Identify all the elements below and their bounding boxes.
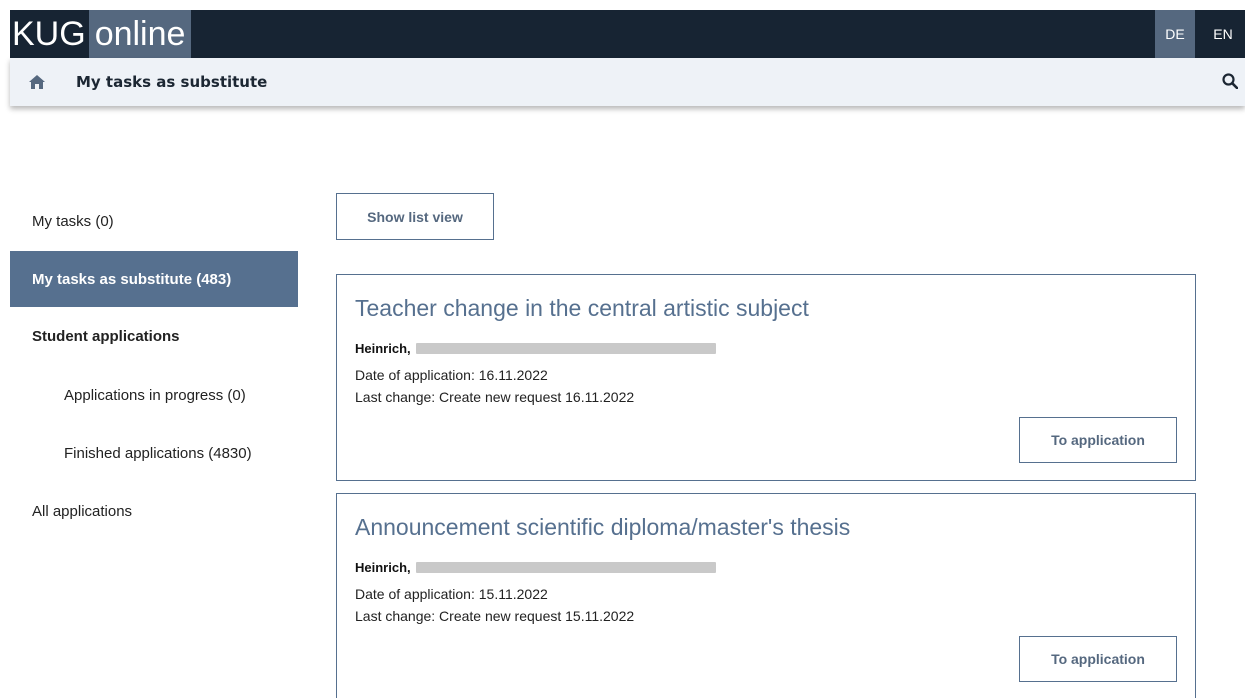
search-icon[interactable] (1222, 73, 1238, 89)
date-of-application: Date of application: 16.11.2022 (355, 367, 548, 383)
to-application-button[interactable]: To application (1019, 417, 1177, 463)
last-change: Last change: Create new request 15.11.20… (355, 608, 635, 624)
home-icon[interactable] (28, 74, 46, 90)
sidebar-item-applications-in-progress[interactable]: Applications in progress (0) (10, 387, 298, 404)
language-en-button[interactable]: EN (1203, 10, 1243, 58)
sidebar-item-all-applications[interactable]: All applications (10, 503, 298, 520)
sub-header: My tasks as substitute (10, 58, 1245, 106)
application-title[interactable]: Announcement scientific diploma/master's… (355, 514, 850, 541)
logo-online-text: online (88, 10, 192, 58)
show-list-view-button[interactable]: Show list view (336, 193, 494, 240)
kug-online-logo[interactable]: KUG online (10, 10, 192, 58)
applicant-surname: Heinrich, (355, 560, 411, 575)
logo-kug-text: KUG (10, 10, 89, 58)
redacted-name-block (415, 562, 716, 573)
redacted-name-block (415, 343, 716, 354)
application-card: Teacher change in the central artistic s… (336, 274, 1196, 481)
applicant-surname: Heinrich, (355, 341, 411, 356)
page: KUG online DE EN My tasks as substitute … (0, 0, 1245, 698)
to-application-button[interactable]: To application (1019, 636, 1177, 682)
sidebar-item-finished-applications[interactable]: Finished applications (4830) (10, 445, 298, 462)
top-header: KUG online DE EN (10, 10, 1245, 58)
applicant-name: Heinrich, (355, 560, 716, 575)
sidebar-item-student-applications[interactable]: Student applications (10, 328, 298, 345)
sidebar-item-my-tasks-substitute[interactable]: My tasks as substitute (483) (10, 251, 298, 307)
application-card: Announcement scientific diploma/master's… (336, 493, 1196, 698)
application-title[interactable]: Teacher change in the central artistic s… (355, 295, 809, 322)
language-de-button[interactable]: DE (1155, 10, 1195, 58)
applicant-name: Heinrich, (355, 341, 716, 356)
page-title: My tasks as substitute (76, 73, 268, 91)
last-change: Last change: Create new request 16.11.20… (355, 389, 635, 405)
sidebar-item-my-tasks[interactable]: My tasks (0) (10, 213, 298, 230)
date-of-application: Date of application: 15.11.2022 (355, 586, 548, 602)
